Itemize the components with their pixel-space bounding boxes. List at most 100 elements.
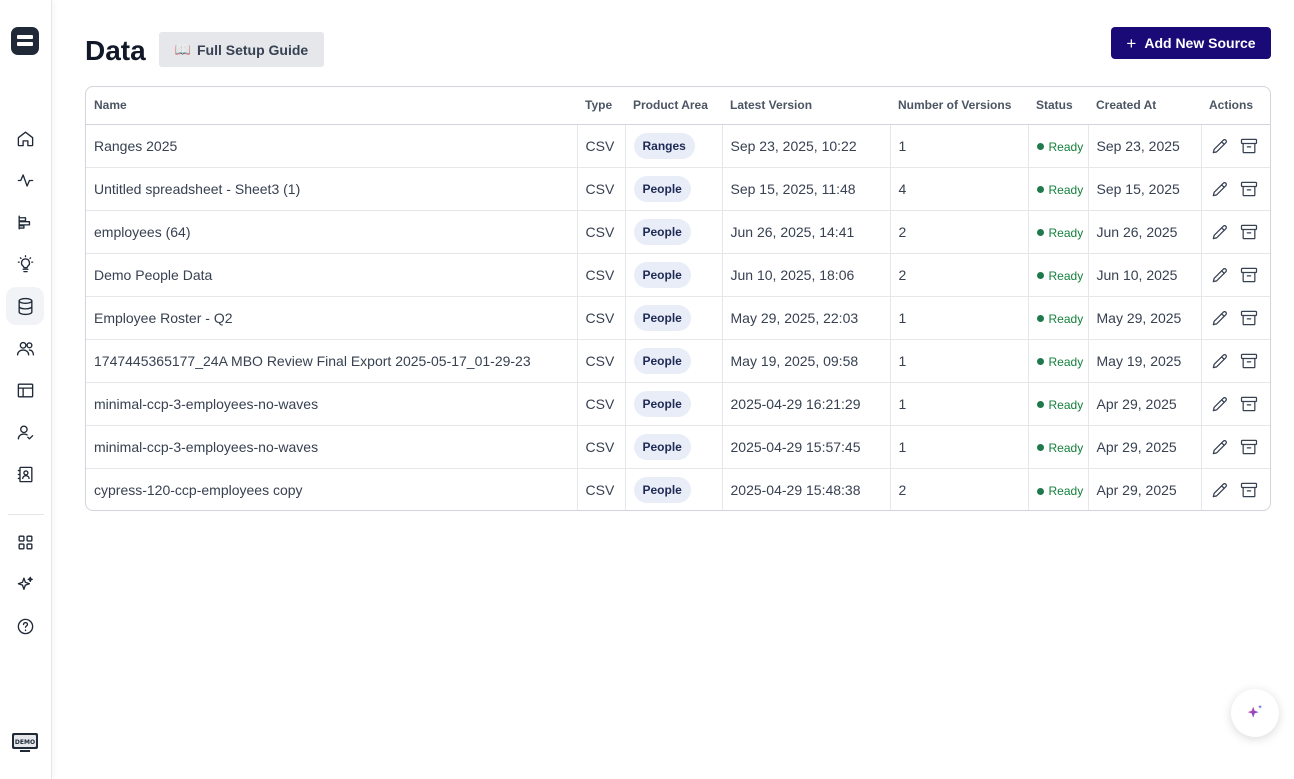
cell-type: CSV (576, 468, 625, 510)
table-row[interactable]: Untitled spreadsheet - Sheet3 (1) CSV Peop… (86, 167, 1270, 211)
sidebar-item-help[interactable] (6, 607, 44, 645)
cell-name[interactable]: Ranges 2025 (86, 124, 577, 168)
cell-number-of-versions: 1 (889, 382, 1028, 426)
cell-number-of-versions: 2 (889, 210, 1028, 254)
sidebar-item-people[interactable] (6, 329, 44, 367)
column-header-created-at[interactable]: Created At (1088, 87, 1201, 125)
archive-icon[interactable] (1239, 308, 1259, 328)
table-row[interactable]: cypress-120-ccp-employees copy CSV People 2… (86, 468, 1270, 510)
cell-type: CSV (576, 296, 625, 340)
table-row[interactable]: Demo People Data CSV People Jun 10, 2025, 1… (86, 253, 1270, 297)
table-row[interactable]: 1747445365177_24A MBO Review Final Expor… (86, 339, 1270, 383)
layout-icon (17, 382, 33, 398)
cell-actions (1200, 468, 1270, 510)
cell-created-at: Apr 29, 2025 (1087, 468, 1201, 510)
table-row[interactable]: minimal-ccp-3-employees-no-waves CSV Peopl… (86, 425, 1270, 469)
status-label: Ready (1048, 268, 1084, 283)
cell-status: Ready (1027, 296, 1088, 340)
archive-icon[interactable] (1239, 480, 1259, 500)
cell-name[interactable]: Untitled spreadsheet - Sheet3 (1) (86, 167, 577, 211)
cell-name[interactable]: employees (64) (86, 210, 577, 254)
column-header-type[interactable]: Type (577, 87, 625, 125)
page-title: Data (85, 35, 146, 66)
edit-icon[interactable] (1210, 179, 1230, 199)
archive-icon[interactable] (1239, 222, 1259, 242)
cell-name[interactable]: Demo People Data (86, 253, 577, 297)
status-label: Ready (1048, 225, 1084, 240)
status-badge: Ready (1036, 354, 1084, 369)
cell-type: CSV (576, 339, 625, 383)
sidebar-item-activity[interactable] (6, 161, 44, 199)
cell-name[interactable]: minimal-ccp-3-employees-no-waves (86, 382, 577, 426)
database-icon (17, 297, 33, 315)
cell-latest-version: May 29, 2025, 22:03 (721, 296, 890, 340)
cell-status: Ready (1027, 253, 1088, 297)
demo-label: DEMO (15, 739, 35, 746)
column-header-number-of-versions[interactable]: Number of Versions (890, 87, 1028, 125)
sidebar-item-data[interactable] (6, 287, 44, 325)
cell-type: CSV (576, 210, 625, 254)
cell-type: CSV (576, 124, 625, 168)
sidebar-item-user-check[interactable] (6, 413, 44, 451)
column-header-status[interactable]: Status (1028, 87, 1088, 125)
status-label: Ready (1048, 354, 1084, 369)
cell-type: CSV (576, 382, 625, 426)
archive-icon[interactable] (1239, 394, 1259, 414)
archive-icon[interactable] (1239, 179, 1259, 199)
cell-number-of-versions: 1 (889, 296, 1028, 340)
app-logo[interactable] (11, 27, 39, 55)
cell-actions (1200, 425, 1270, 469)
sparkle-icon (1247, 704, 1263, 718)
column-header-name[interactable]: Name (86, 87, 577, 125)
sidebar-item-reports[interactable] (6, 203, 44, 241)
table-row[interactable]: employees (64) CSV People Jun 26, 2025, 14:… (86, 210, 1270, 254)
archive-icon[interactable] (1239, 265, 1259, 285)
sidebar-item-home[interactable] (6, 119, 44, 157)
table-header-row: Name Type Product Area Latest Version Nu… (86, 87, 1270, 125)
cell-status: Ready (1027, 124, 1088, 168)
row-actions (1210, 136, 1265, 156)
cell-status: Ready (1027, 167, 1088, 211)
sidebar-item-ai[interactable] (6, 565, 44, 603)
edit-icon[interactable] (1210, 265, 1230, 285)
table-row[interactable]: Employee Roster - Q2 CSV People May 29, 202… (86, 296, 1270, 340)
cell-name[interactable]: Employee Roster - Q2 (86, 296, 577, 340)
cell-product-area: People (624, 296, 722, 340)
plus-icon: + (1126, 33, 1137, 53)
add-new-source-button[interactable]: + Add New Source (1111, 27, 1271, 59)
cell-name[interactable]: 1747445365177_24A MBO Review Final Expor… (86, 339, 577, 383)
edit-icon[interactable] (1210, 136, 1230, 156)
ai-assistant-button[interactable] (1231, 689, 1279, 737)
cell-number-of-versions: 1 (889, 425, 1028, 469)
sidebar-item-directory[interactable] (6, 455, 44, 493)
cell-created-at: Sep 15, 2025 (1087, 167, 1201, 211)
edit-icon[interactable] (1210, 480, 1230, 500)
cell-product-area: People (624, 253, 722, 297)
archive-icon[interactable] (1239, 437, 1259, 457)
archive-icon[interactable] (1239, 351, 1259, 371)
column-header-latest-version[interactable]: Latest Version (722, 87, 890, 125)
table-row[interactable]: minimal-ccp-3-employees-no-waves CSV Peopl… (86, 382, 1270, 426)
help-icon (17, 618, 33, 634)
sidebar-item-apps[interactable] (6, 523, 44, 561)
sidebar-item-layout[interactable] (6, 371, 44, 409)
status-badge: Ready (1036, 268, 1084, 283)
full-setup-guide-button[interactable]: 📖 Full Setup Guide (159, 32, 324, 67)
status-badge: Ready (1036, 441, 1083, 455)
status-dot-icon (1036, 272, 1044, 280)
table-row[interactable]: Ranges 2025 CSV Ranges Sep 23, 2025, 10:22 1… (86, 124, 1270, 168)
demo-badge[interactable]: DEMO (11, 732, 39, 754)
edit-icon[interactable] (1210, 222, 1230, 242)
edit-icon[interactable] (1210, 394, 1230, 414)
sidebar-item-insights[interactable] (6, 245, 44, 283)
cell-name[interactable]: minimal-ccp-3-employees-no-waves (86, 425, 577, 469)
cell-name[interactable]: cypress-120-ccp-employees copy (86, 468, 577, 510)
product-area-badge: People (633, 433, 691, 460)
status-dot-icon (1036, 401, 1044, 409)
archive-icon[interactable] (1239, 136, 1259, 156)
edit-icon[interactable] (1210, 308, 1230, 328)
product-area-badge: People (633, 390, 691, 417)
edit-icon[interactable] (1210, 351, 1230, 371)
column-header-product-area[interactable]: Product Area (625, 87, 722, 125)
edit-icon[interactable] (1210, 437, 1230, 457)
